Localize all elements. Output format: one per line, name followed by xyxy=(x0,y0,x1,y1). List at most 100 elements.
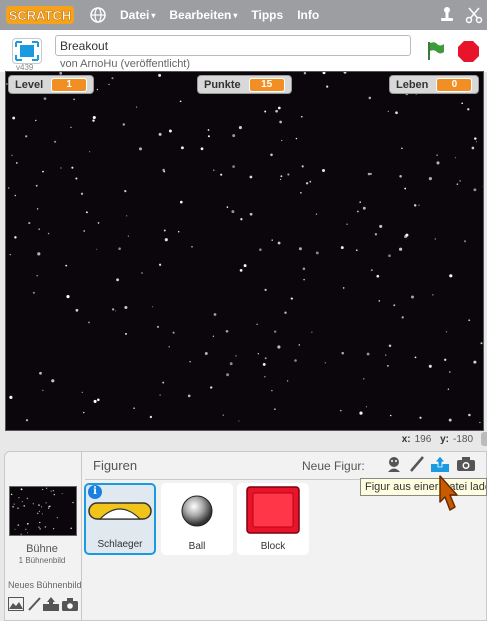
star xyxy=(11,154,13,156)
star xyxy=(26,522,29,525)
star xyxy=(43,97,47,100)
star xyxy=(359,411,363,415)
star xyxy=(388,254,391,258)
sprite-name: Ball xyxy=(188,541,206,552)
sprites-title: Figuren xyxy=(93,458,138,473)
star xyxy=(17,507,19,510)
sprite-tile-block[interactable]: Block xyxy=(237,483,309,555)
scissors-icon[interactable] xyxy=(465,6,483,24)
star xyxy=(75,308,79,312)
star xyxy=(428,177,432,181)
sprite-name: Schlaeger xyxy=(97,539,143,550)
star xyxy=(111,77,114,80)
stage[interactable]: Level 1 Punkte 15 Leben 0 xyxy=(5,71,484,431)
star xyxy=(264,357,267,360)
scratch-logo[interactable]: SCRATCH xyxy=(6,4,74,26)
globe-icon[interactable] xyxy=(90,7,106,23)
star xyxy=(85,211,88,214)
project-title-input[interactable] xyxy=(55,35,411,56)
sprite-library-icon[interactable] xyxy=(385,455,403,473)
star xyxy=(151,306,154,308)
paint-icon[interactable] xyxy=(408,455,426,473)
green-flag-icon[interactable] xyxy=(427,41,445,61)
star xyxy=(158,132,162,136)
upload-icon[interactable] xyxy=(430,455,449,473)
brush-icon[interactable] xyxy=(27,597,43,611)
star xyxy=(271,389,273,392)
star xyxy=(168,345,171,348)
star xyxy=(97,222,100,224)
star xyxy=(280,175,283,178)
star xyxy=(238,126,242,130)
star xyxy=(468,413,471,417)
mouse-coordinates: x: 196 y: -180 xyxy=(401,434,473,445)
star xyxy=(149,415,153,419)
star xyxy=(60,167,62,169)
star xyxy=(249,212,253,216)
star xyxy=(303,278,305,281)
star xyxy=(200,147,204,151)
star xyxy=(301,165,304,168)
monitor-leben[interactable]: Leben 0 xyxy=(389,75,480,94)
camera-icon[interactable] xyxy=(62,597,78,611)
star xyxy=(275,109,278,113)
star xyxy=(164,238,168,242)
star xyxy=(264,288,267,292)
fullscreen-button[interactable] xyxy=(12,38,42,64)
star xyxy=(367,172,371,176)
stage-label: Bühne xyxy=(26,543,58,555)
star xyxy=(207,135,210,138)
star xyxy=(49,505,51,508)
monitor-punkte[interactable]: Punkte 15 xyxy=(197,75,292,94)
star xyxy=(274,408,276,411)
star xyxy=(357,210,359,213)
star xyxy=(122,123,126,126)
star xyxy=(111,308,115,311)
star xyxy=(401,147,403,150)
star xyxy=(284,311,287,314)
star xyxy=(264,110,267,113)
menu-bearbeiten[interactable]: Bearbeiten ▾ xyxy=(169,8,237,22)
star xyxy=(136,106,138,108)
monitor-level[interactable]: Level 1 xyxy=(8,75,95,94)
star xyxy=(459,180,461,182)
star xyxy=(366,352,370,356)
image-icon[interactable] xyxy=(8,597,24,611)
sprite-tile-schlaeger[interactable]: i Schlaeger xyxy=(84,483,156,555)
upload-icon[interactable] xyxy=(43,597,59,611)
star xyxy=(300,115,303,118)
star xyxy=(363,378,365,380)
star xyxy=(25,419,29,422)
star xyxy=(404,187,407,190)
star xyxy=(39,528,41,530)
star xyxy=(295,137,298,140)
star xyxy=(96,248,98,250)
star xyxy=(232,165,235,168)
star xyxy=(305,182,309,185)
star xyxy=(294,359,297,362)
monitor-label: Level xyxy=(15,78,44,91)
stop-sign-icon[interactable] xyxy=(458,41,479,62)
star xyxy=(401,316,404,319)
star xyxy=(189,360,191,363)
star xyxy=(41,488,44,491)
star xyxy=(448,371,451,373)
star xyxy=(207,129,210,131)
star xyxy=(32,291,35,294)
star xyxy=(376,274,380,278)
star xyxy=(21,501,23,503)
star xyxy=(89,151,91,153)
sprite-tile-ball[interactable]: Ball xyxy=(161,483,233,555)
stage-thumbnail[interactable] xyxy=(9,486,77,536)
monitor-label: Punkte xyxy=(204,78,241,91)
star xyxy=(156,325,160,329)
stage-layout-toggle[interactable] xyxy=(481,432,487,446)
menu-tipps[interactable]: Tipps xyxy=(251,8,283,22)
star xyxy=(340,246,344,250)
star xyxy=(474,137,477,140)
menu-info[interactable]: Info xyxy=(297,8,319,22)
menu-datei[interactable]: Datei ▾ xyxy=(120,8,155,22)
camera-icon[interactable] xyxy=(456,455,475,473)
star xyxy=(70,527,72,530)
stamp-icon[interactable] xyxy=(439,6,455,24)
